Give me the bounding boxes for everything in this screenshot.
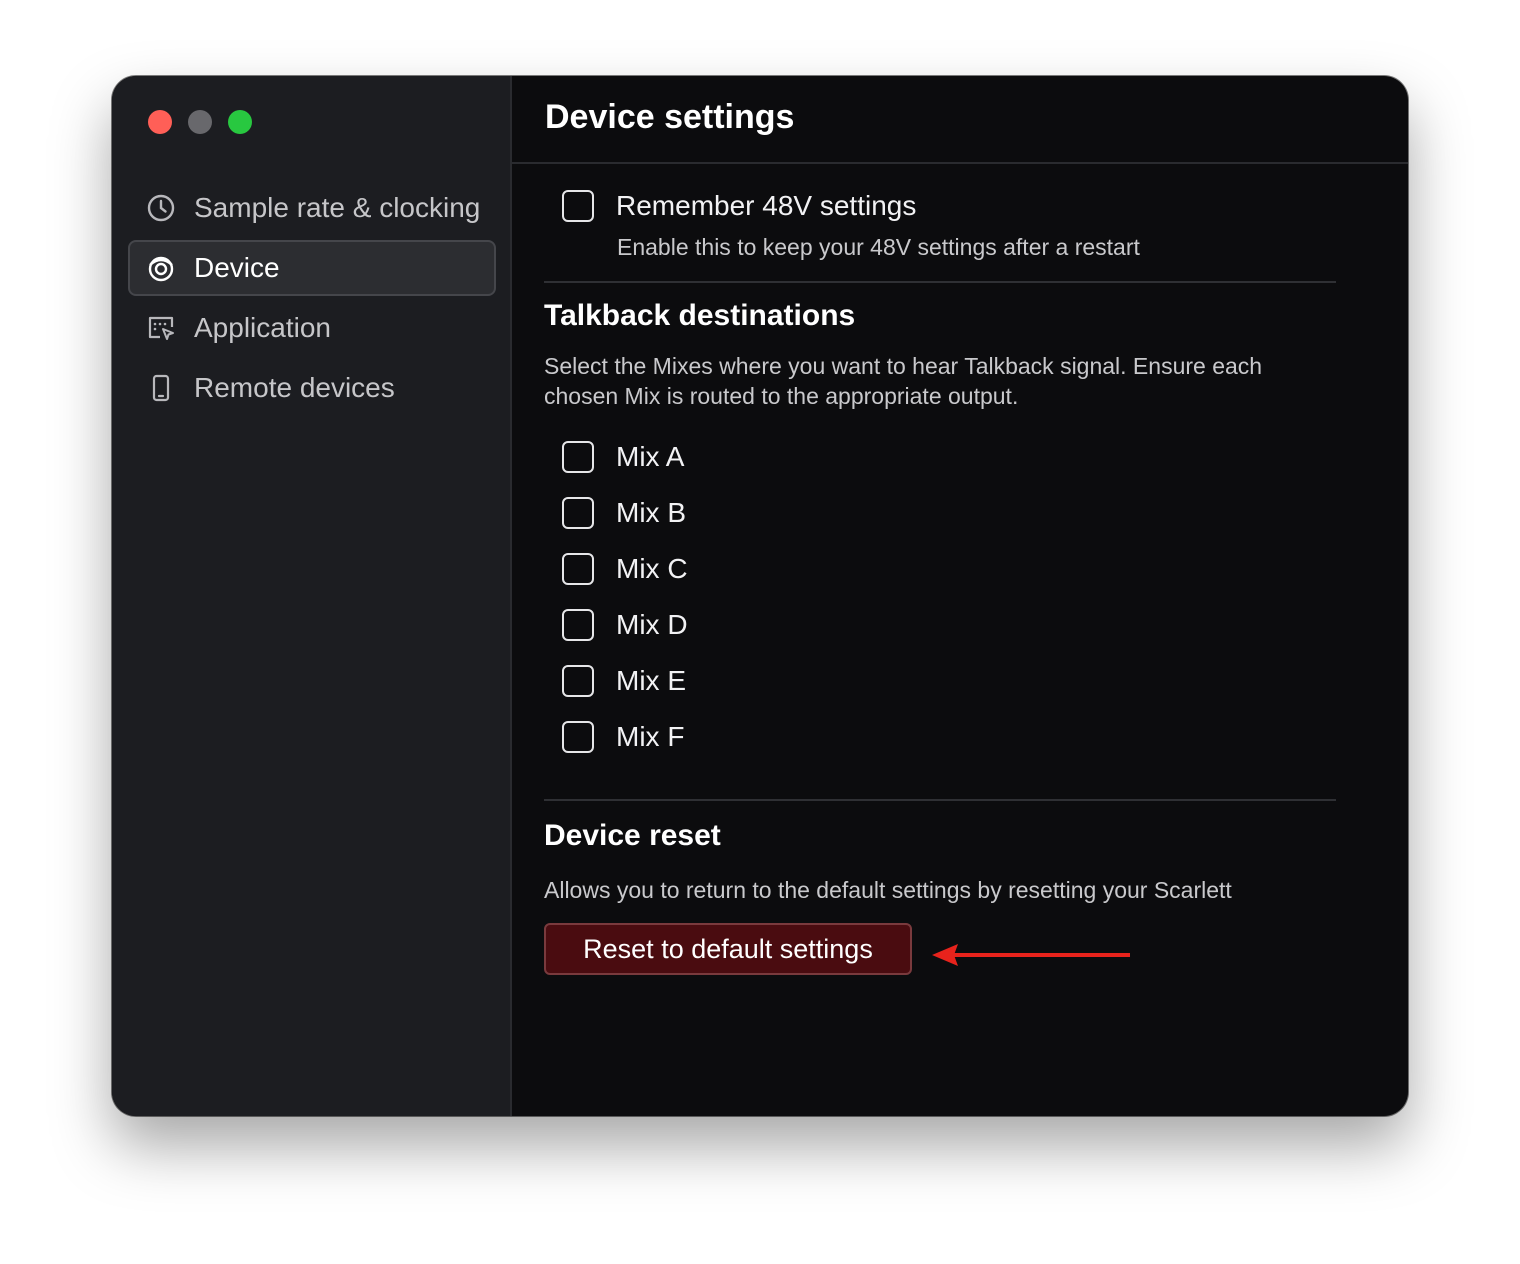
app-window: Sample rate & clocking Device Applicatio… xyxy=(112,76,1408,1116)
mix-b-checkbox[interactable] xyxy=(562,497,594,529)
mix-a-checkbox-row[interactable]: Mix A xyxy=(544,429,1336,485)
mix-label: Mix F xyxy=(616,721,685,752)
minimize-window-button[interactable] xyxy=(188,110,212,134)
talkback-section-title: Talkback destinations xyxy=(544,299,856,332)
mix-f-checkbox-row[interactable]: Mix F xyxy=(544,709,1336,765)
mix-b-checkbox-row[interactable]: Mix B xyxy=(544,485,1336,541)
mix-e-checkbox[interactable] xyxy=(562,665,594,697)
header: Device settings xyxy=(512,76,1408,164)
sidebar: Sample rate & clocking Device Applicatio… xyxy=(112,76,512,1116)
mix-f-checkbox[interactable] xyxy=(562,721,594,753)
mix-d-checkbox[interactable] xyxy=(562,609,594,641)
device-icon xyxy=(146,253,176,283)
phone-icon xyxy=(146,373,176,403)
mix-e-checkbox-row[interactable]: Mix E xyxy=(544,653,1336,709)
page-title: Device settings xyxy=(545,98,795,136)
sidebar-item-device[interactable]: Device xyxy=(128,240,496,296)
mix-label: Mix D xyxy=(616,609,688,640)
remember-48v-checkbox[interactable] xyxy=(562,190,594,222)
talkback-mix-list: Mix A Mix B Mix C Mix D Mix E Mix F xyxy=(544,429,1336,765)
remember-48v-checkbox-row[interactable]: Remember 48V settings xyxy=(544,178,1336,234)
mix-c-checkbox-row[interactable]: Mix C xyxy=(544,541,1336,597)
sidebar-item-application[interactable]: Application xyxy=(128,300,496,356)
application-icon xyxy=(146,313,176,343)
clock-icon xyxy=(146,193,176,223)
device-reset-description: Allows you to return to the default sett… xyxy=(544,877,1232,903)
sidebar-item-label: Device xyxy=(194,252,280,283)
sidebar-nav: Sample rate & clocking Device Applicatio… xyxy=(128,180,496,420)
mix-a-checkbox[interactable] xyxy=(562,441,594,473)
remember-48v-description: Enable this to keep your 48V settings af… xyxy=(617,234,1140,260)
sidebar-item-label: Sample rate & clocking xyxy=(194,192,481,223)
zoom-window-button[interactable] xyxy=(228,110,252,134)
device-reset-section-title: Device reset xyxy=(544,819,721,852)
close-window-button[interactable] xyxy=(148,110,172,134)
sidebar-item-label: Application xyxy=(194,312,331,343)
sidebar-item-label: Remote devices xyxy=(194,372,395,403)
reset-to-default-button[interactable]: Reset to default settings xyxy=(544,923,912,975)
sidebar-item-sample-rate[interactable]: Sample rate & clocking xyxy=(128,180,496,236)
talkback-description: Select the Mixes where you want to hear … xyxy=(544,353,1263,409)
mix-label: Mix B xyxy=(616,497,686,528)
mix-label: Mix E xyxy=(616,665,686,696)
window-controls xyxy=(148,110,252,134)
settings-content: Remember 48V settings Enable this to kee… xyxy=(544,164,1336,975)
mix-label: Mix C xyxy=(616,553,688,584)
mix-d-checkbox-row[interactable]: Mix D xyxy=(544,597,1336,653)
sidebar-item-remote-devices[interactable]: Remote devices xyxy=(128,360,496,416)
annotation-arrow-icon xyxy=(932,944,1130,966)
mix-label: Mix A xyxy=(616,441,685,472)
mix-c-checkbox[interactable] xyxy=(562,553,594,585)
remember-48v-label: Remember 48V settings xyxy=(616,190,917,221)
